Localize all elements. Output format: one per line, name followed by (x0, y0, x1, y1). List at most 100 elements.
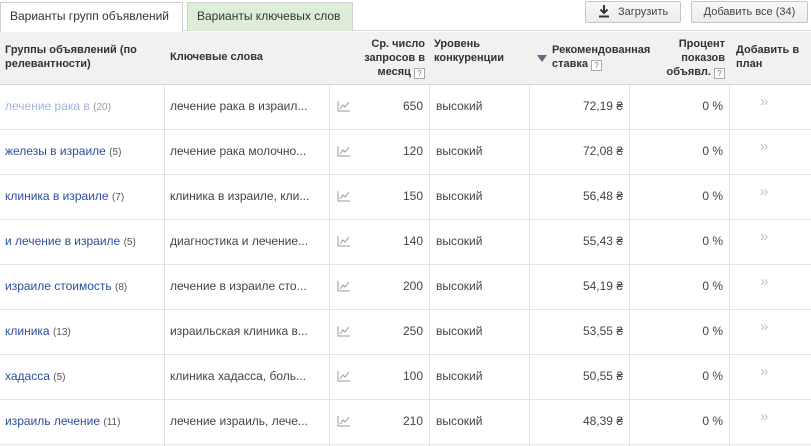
suggested-bid-cell: 56,48 ₴ (582, 189, 623, 203)
add-to-plan-button[interactable]: » (760, 220, 780, 264)
avg-searches-cell: 210 (402, 414, 423, 428)
ad-group-name: израиле стоимость (5, 279, 112, 293)
trend-chart-icon (337, 325, 350, 337)
column-header-avg-searches[interactable]: Ср. число запросов в месяц ? (355, 32, 425, 85)
keywords-cell: лечение рака молочно... (170, 144, 307, 158)
column-header-suggested-bid-line1: Рекомендованная (552, 44, 651, 56)
add-to-plan-button[interactable]: » (760, 265, 780, 309)
tab-ad-group-ideas[interactable]: Варианты групп объявлений (0, 2, 183, 32)
competition-cell: высокий (436, 414, 483, 428)
trend-button[interactable] (337, 400, 353, 444)
impression-share-cell: 0 % (702, 324, 723, 338)
keywords-cell: израильская клиника в... (170, 324, 308, 338)
trend-button[interactable] (337, 85, 353, 129)
upload-button[interactable]: Загрузить (585, 1, 681, 23)
trend-chart-icon (337, 280, 350, 292)
trend-button[interactable] (337, 265, 353, 309)
competition-cell: высокий (436, 234, 483, 248)
ad-group-link[interactable]: клиника (13) (5, 310, 163, 354)
column-header-avg-searches-line1: Ср. число (371, 38, 425, 50)
sort-desc-arrow-icon[interactable] (537, 55, 547, 62)
suggested-bid-cell: 50,55 ₴ (582, 369, 623, 383)
ad-group-count: (13) (52, 327, 71, 338)
ad-group-name: израиль лечение (5, 414, 101, 428)
ad-group-link[interactable]: израиль лечение (11) (5, 400, 163, 444)
table-row: израиле стоимость (8) лечение в израиле … (0, 265, 811, 310)
avg-searches-cell: 250 (402, 324, 423, 338)
competition-cell: высокий (436, 99, 483, 113)
keywords-cell: клиника в израиле, кли... (170, 189, 310, 203)
avg-searches-cell: 200 (402, 279, 423, 293)
tab-bar: Варианты групп объявлений Варианты ключе… (0, 0, 811, 32)
ad-group-link[interactable]: железы в израиле (5) (5, 130, 163, 174)
column-header-add-to-plan-line2: план (736, 58, 763, 70)
keywords-cell: диагностика и лечение... (170, 234, 309, 248)
suggested-bid-cell: 55,43 ₴ (582, 234, 623, 248)
column-header-impression-share-line2: показов (681, 52, 725, 64)
ad-group-count: (5) (123, 237, 136, 248)
help-icon[interactable]: ? (714, 68, 725, 79)
trend-button[interactable] (337, 355, 353, 399)
add-to-plan-button[interactable]: » (760, 85, 780, 129)
column-header-suggested-bid-line2-text: ставка (552, 58, 589, 70)
suggested-bid-cell: 72,19 ₴ (582, 99, 623, 113)
column-header-competition-line1: Уровень (434, 38, 481, 50)
add-to-plan-button[interactable]: » (760, 175, 780, 219)
ad-group-name: клиника (5, 324, 50, 338)
trend-button[interactable] (337, 310, 353, 354)
column-header-avg-searches-line2: запросов в (364, 52, 425, 64)
suggested-bid-cell: 54,19 ₴ (582, 279, 623, 293)
column-header-suggested-bid[interactable]: Рекомендованная ставка ? (552, 32, 656, 85)
ad-group-link[interactable]: израиле стоимость (8) (5, 265, 163, 309)
column-header-competition[interactable]: Уровень конкуренции (434, 32, 526, 85)
column-header-add-to-plan-line1: Добавить в (736, 44, 800, 56)
ad-group-link[interactable]: хадасса (5) (5, 355, 163, 399)
column-header-competition-line2: конкуренции (434, 52, 504, 64)
table-row: и лечение в израиле (5) диагностика и ле… (0, 220, 811, 265)
impression-share-cell: 0 % (702, 369, 723, 383)
competition-cell: высокий (436, 369, 483, 383)
add-all-button[interactable]: Добавить все (34) (691, 1, 808, 23)
suggested-bid-cell: 53,55 ₴ (582, 324, 623, 338)
ad-group-name: клиника в израиле (5, 189, 109, 203)
suggested-bid-cell: 48,39 ₴ (582, 414, 623, 428)
column-header-ad-groups-line2: релевантности) (5, 58, 91, 70)
ad-group-link[interactable]: и лечение в израиле (5) (5, 220, 163, 264)
trend-button[interactable] (337, 220, 353, 264)
column-header-keywords[interactable]: Ключевые слова (170, 32, 320, 85)
add-to-plan-button[interactable]: » (760, 400, 780, 444)
tab-keyword-ideas[interactable]: Варианты ключевых слов (187, 2, 353, 31)
trend-chart-icon (337, 145, 350, 157)
impression-share-cell: 0 % (702, 189, 723, 203)
ad-group-name: хадасса (5, 369, 50, 383)
column-header-impression-share-line3-text: объявл. (666, 66, 711, 78)
ad-group-link[interactable]: лечение рака в (20) (5, 85, 163, 129)
table-row: хадасса (5) клиника хадасса, боль... 100… (0, 355, 811, 400)
upload-label: Загрузить (618, 6, 669, 18)
column-header-suggested-bid-line2: ставка ? (552, 57, 656, 71)
table-header: Группы объявлений (по релевантности) Клю… (0, 32, 811, 85)
trend-chart-icon (337, 415, 350, 427)
competition-cell: высокий (436, 144, 483, 158)
ad-group-name: и лечение в израиле (5, 234, 121, 248)
avg-searches-cell: 140 (402, 234, 423, 248)
trend-button[interactable] (337, 130, 353, 174)
table-row: израиль лечение (11) лечение израиль, ле… (0, 400, 811, 445)
add-to-plan-button[interactable]: » (760, 310, 780, 354)
trend-chart-icon (337, 100, 350, 112)
avg-searches-cell: 100 (402, 369, 423, 383)
table-row: клиника в израиле (7) клиника в израиле,… (0, 175, 811, 220)
add-to-plan-button[interactable]: » (760, 130, 780, 174)
column-header-keywords-label: Ключевые слова (170, 51, 263, 63)
add-to-plan-button[interactable]: » (760, 355, 780, 399)
column-header-impression-share[interactable]: Процент показов объявл. ? (655, 32, 725, 85)
trend-chart-icon (337, 235, 350, 247)
ad-group-link[interactable]: клиника в израиле (7) (5, 175, 163, 219)
impression-share-cell: 0 % (702, 234, 723, 248)
help-icon[interactable]: ? (414, 68, 425, 79)
help-icon[interactable]: ? (591, 60, 603, 71)
ad-group-count: (20) (93, 102, 111, 113)
table-row: железы в израиле (5) лечение рака молочн… (0, 130, 811, 175)
trend-button[interactable] (337, 175, 353, 219)
column-header-ad-groups[interactable]: Группы объявлений (по релевантности) (5, 32, 165, 85)
